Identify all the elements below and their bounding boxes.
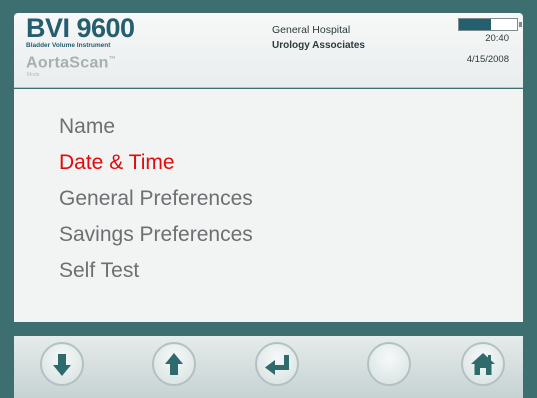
home-icon bbox=[471, 353, 495, 375]
facility-info: General Hospital Urology Associates bbox=[272, 23, 365, 53]
menu-item-general-preferences[interactable]: General Preferences bbox=[59, 181, 253, 217]
facility-name: General Hospital bbox=[272, 24, 351, 36]
menu-item-self-test[interactable]: Self Test bbox=[59, 253, 253, 289]
up-button[interactable] bbox=[152, 342, 196, 386]
mode-label: Mode bbox=[27, 72, 40, 79]
enter-icon bbox=[265, 355, 289, 375]
home-button[interactable] bbox=[461, 342, 505, 386]
enter-button[interactable] bbox=[255, 342, 299, 386]
menu-item-date-time[interactable]: Date & Time bbox=[59, 145, 253, 181]
toolbar bbox=[14, 336, 523, 398]
aortascan-mode-label: AortaScan™ bbox=[26, 51, 135, 72]
blank-button[interactable] bbox=[367, 342, 411, 386]
trademark-symbol: ™ bbox=[108, 56, 117, 63]
clock-date: 4/15/2008 bbox=[466, 54, 509, 65]
menu-item-name[interactable]: Name bbox=[59, 109, 253, 145]
department-name: Urology Associates bbox=[272, 40, 365, 51]
battery-tip bbox=[519, 22, 522, 27]
down-button[interactable] bbox=[40, 342, 84, 386]
model-subtitle: Bladder Volume Instrument bbox=[26, 42, 111, 49]
arrow-up-icon bbox=[165, 353, 183, 375]
model-name: BVI 9600 bbox=[26, 13, 135, 43]
header: BVI 9600 Bladder Volume Instrument Aorta… bbox=[14, 13, 523, 88]
battery-level-fill bbox=[459, 19, 491, 30]
menu-item-savings-preferences[interactable]: Savings Preferences bbox=[59, 217, 253, 253]
menu-list: Name Date & Time General Preferences Sav… bbox=[59, 109, 253, 289]
arrow-down-icon bbox=[53, 354, 71, 376]
clock-time: 20:40 bbox=[485, 33, 509, 44]
aortascan-text: AortaScan bbox=[26, 54, 109, 72]
settings-menu: Name Date & Time General Preferences Sav… bbox=[14, 89, 523, 322]
battery-icon bbox=[458, 18, 522, 31]
device-frame: BVI 9600 Bladder Volume Instrument Aorta… bbox=[0, 0, 537, 398]
brand-logo: BVI 9600 Bladder Volume Instrument Aorta… bbox=[26, 13, 135, 79]
